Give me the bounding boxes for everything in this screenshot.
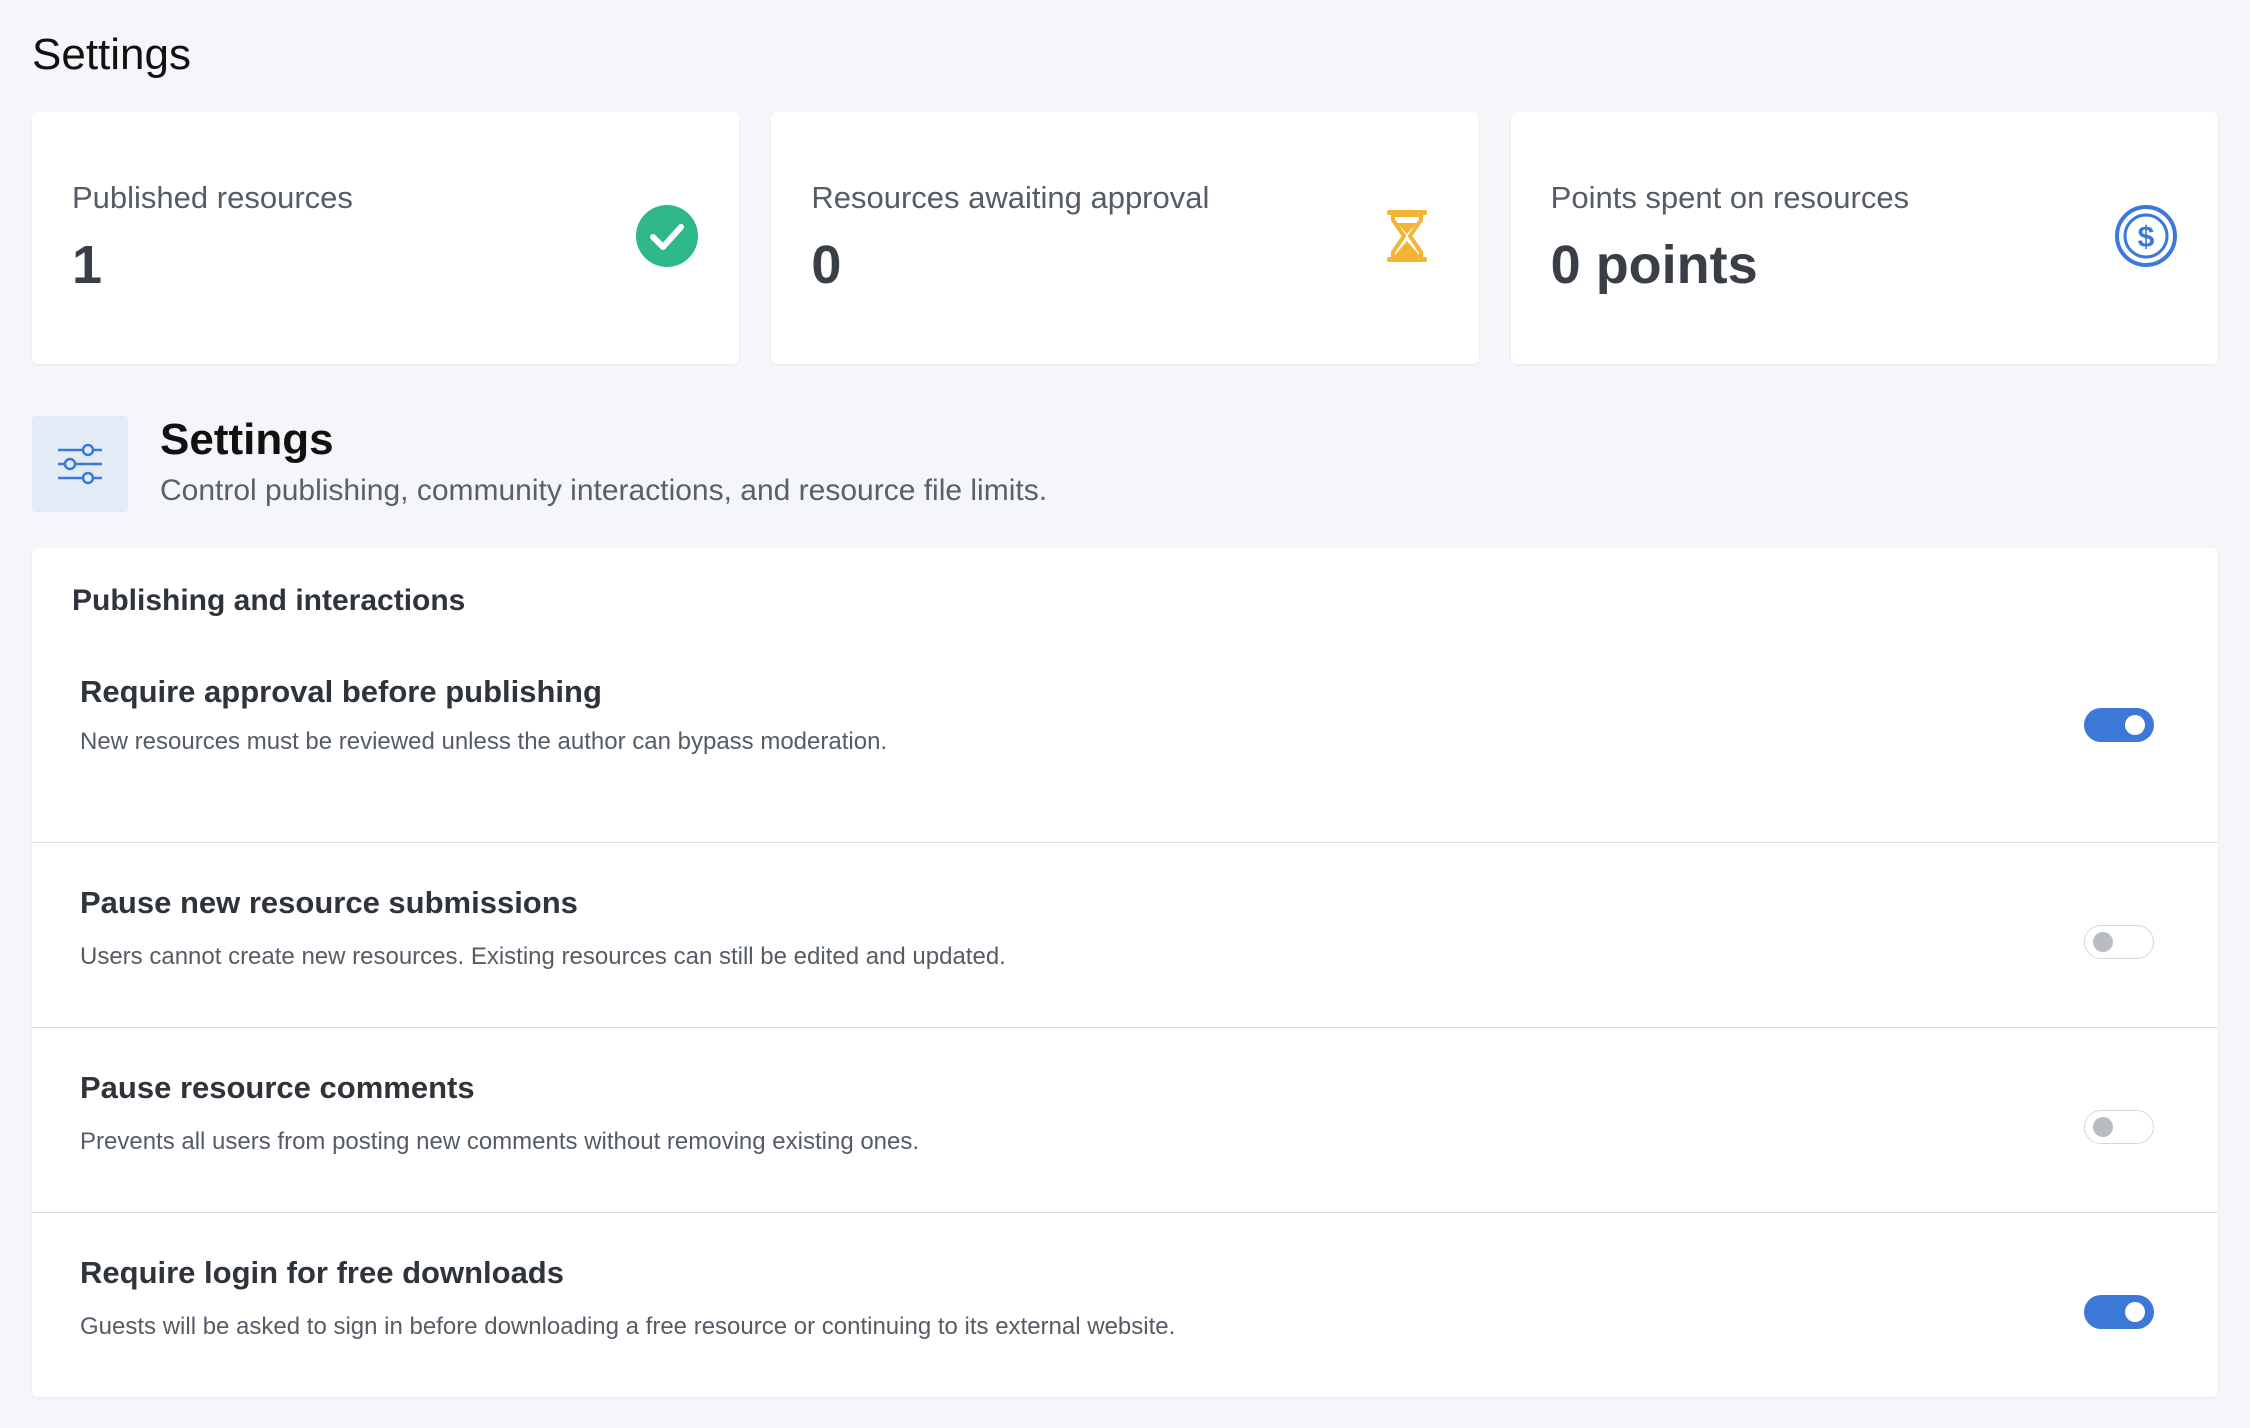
stat-card-awaiting: Resources awaiting approval 0 — [771, 112, 1479, 364]
setting-row-pause-submissions: Pause new resource submissions Users can… — [32, 842, 2218, 1027]
stats-row: Published resources 1 Resources awaiting… — [32, 112, 2218, 364]
stat-card-published: Published resources 1 — [32, 112, 740, 364]
setting-description: New resources must be reviewed unless th… — [80, 728, 888, 755]
setting-title: Require approval before publishing — [80, 674, 602, 709]
setting-title: Require login for free downloads — [80, 1255, 564, 1290]
toggle-knob — [2125, 715, 2145, 735]
require-login-toggle[interactable] — [2084, 1295, 2154, 1329]
dollar-circle-icon: $ — [2114, 205, 2177, 267]
section-text: Settings Control publishing, community i… — [160, 416, 1047, 508]
setting-title: Pause resource comments — [80, 1070, 475, 1105]
check-circle-icon — [636, 205, 699, 267]
hourglass-icon — [1386, 210, 1427, 262]
stat-value: 0 — [811, 235, 842, 295]
stat-label: Resources awaiting approval — [811, 180, 1210, 215]
setting-description: Prevents all users from posting new comm… — [80, 1128, 920, 1155]
toggle-knob — [2093, 1117, 2113, 1137]
section-description: Control publishing, community interactio… — [160, 474, 1048, 507]
stat-label: Published resources — [72, 180, 353, 215]
stat-value: 0 points — [1550, 235, 1758, 295]
section-title: Settings — [160, 415, 334, 464]
require-approval-toggle[interactable] — [2084, 708, 2154, 742]
setting-row-require-approval: Require approval before publishing New r… — [32, 666, 2218, 842]
panel-heading: Publishing and interactions — [72, 584, 466, 617]
setting-row-require-login: Require login for free downloads Guests … — [32, 1212, 2218, 1397]
section-header: Settings Control publishing, community i… — [32, 416, 2218, 512]
pause-comments-toggle[interactable] — [2084, 1110, 2154, 1144]
settings-panel: Publishing and interactions Require appr… — [32, 548, 2218, 1397]
stat-label: Points spent on resources — [1550, 180, 1910, 215]
svg-text:$: $ — [2138, 221, 2155, 254]
toggle-knob — [2093, 932, 2113, 952]
page-title: Settings — [32, 30, 191, 79]
setting-title: Pause new resource submissions — [80, 885, 578, 920]
toggle-knob — [2125, 1302, 2145, 1322]
setting-row-pause-comments: Pause resource comments Prevents all use… — [32, 1027, 2218, 1212]
stat-card-points: Points spent on resources 0 points $ — [1510, 112, 2218, 364]
stat-value: 1 — [72, 235, 103, 295]
setting-description: Guests will be asked to sign in before d… — [80, 1313, 1176, 1340]
pause-submissions-toggle[interactable] — [2084, 925, 2154, 959]
sliders-icon — [32, 416, 128, 512]
setting-description: Users cannot create new resources. Exist… — [80, 943, 1006, 970]
settings-page: Settings Published resources 1 Resources… — [0, 0, 2250, 1397]
